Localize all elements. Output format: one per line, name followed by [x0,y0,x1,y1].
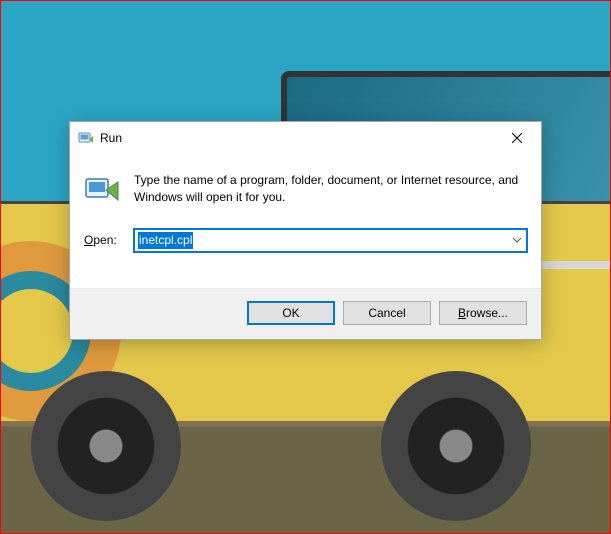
open-input-row: Open: inetcpl.cpl [84,229,527,252]
dialog-button-row: OK Cancel Browse... [70,288,541,339]
cancel-button[interactable]: Cancel [343,301,431,325]
open-label: Open: [84,233,122,247]
dialog-body: Type the name of a program, folder, docu… [70,154,541,288]
combobox-dropdown-button[interactable] [508,230,526,251]
browse-button[interactable]: Browse... [439,301,527,325]
open-input[interactable]: inetcpl.cpl [134,229,527,252]
chevron-down-icon [513,238,521,243]
dialog-title: Run [100,131,122,145]
titlebar-left: Run [78,130,122,146]
description-text: Type the name of a program, folder, docu… [134,172,527,207]
run-icon [84,174,120,206]
close-icon [512,133,522,143]
open-input-value: inetcpl.cpl [138,232,193,249]
run-icon [78,130,94,146]
open-combobox[interactable]: inetcpl.cpl [134,229,527,252]
description-row: Type the name of a program, folder, docu… [84,172,527,207]
ok-button[interactable]: OK [247,301,335,325]
run-dialog: Run Type the name of a program, folder, … [69,121,542,340]
close-button[interactable] [494,123,539,153]
titlebar[interactable]: Run [70,122,541,154]
